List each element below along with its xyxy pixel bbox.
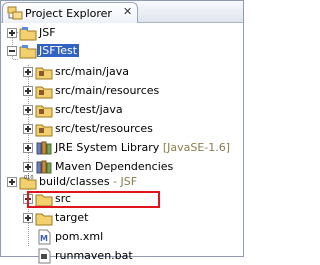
- tab-project-explorer[interactable]: Project Explorer ✕: [2, 2, 138, 23]
- svg-text:M: M: [40, 234, 48, 243]
- list-item[interactable]: src/test/resources: [1, 120, 243, 138]
- list-item[interactable]: 010 build/classes - JSF: [1, 171, 243, 190]
- tree-item-name: JRE System Library: [55, 141, 160, 154]
- expand-toggle[interactable]: [23, 86, 33, 96]
- tree-item-label: src/main/java: [55, 65, 130, 78]
- project-explorer-icon: [7, 6, 23, 20]
- source-folder-icon: [35, 86, 53, 99]
- tree-item-decoration: - JSF: [113, 175, 138, 188]
- tree-item-label: build/classes - JSF: [39, 175, 137, 188]
- source-folder-icon: [35, 105, 53, 118]
- highlight-box: [27, 191, 160, 208]
- tree-item-decoration: [JavaSE-1.6]: [162, 141, 231, 154]
- list-item[interactable]: runmaven.bat: [1, 247, 243, 265]
- batch-file-icon: [38, 248, 51, 264]
- source-folder-icon: [35, 124, 53, 137]
- tree-item-label: pom.xml: [55, 230, 104, 243]
- expand-toggle[interactable]: [7, 177, 17, 187]
- list-item[interactable]: JSF: [1, 24, 243, 42]
- folder-icon: [35, 213, 53, 226]
- expand-toggle[interactable]: [23, 105, 33, 115]
- list-item[interactable]: JSFTest: [1, 42, 243, 60]
- list-item[interactable]: src/test/java: [1, 101, 243, 119]
- expand-toggle[interactable]: [23, 67, 33, 77]
- tree-item-label: src/main/resources: [55, 84, 160, 97]
- library-icon: [36, 141, 52, 155]
- expand-toggle[interactable]: [23, 143, 33, 153]
- project-explorer-view: Project Explorer ✕ JSF JSFTest src/main/…: [0, 0, 244, 264]
- project-folder-icon: [19, 45, 37, 59]
- source-folder-icon: [35, 67, 53, 80]
- list-item[interactable]: src/main/resources: [1, 82, 243, 100]
- svg-text:010: 010: [24, 175, 34, 181]
- collapse-toggle[interactable]: [7, 46, 17, 56]
- expand-toggle[interactable]: [23, 124, 33, 134]
- close-icon[interactable]: ✕: [123, 6, 132, 18]
- tree-item-label: JSF: [39, 26, 56, 39]
- expand-toggle[interactable]: [23, 213, 33, 223]
- tree-item-label: src/test/java: [55, 103, 123, 116]
- project-folder-icon: [19, 27, 37, 41]
- tree-item-label: JSFTest: [37, 44, 80, 57]
- expand-toggle[interactable]: [7, 28, 17, 38]
- list-item[interactable]: JRE System Library [JavaSE-1.6]: [1, 139, 243, 157]
- tab-title: Project Explorer: [25, 7, 112, 20]
- tree-item-label: target: [55, 211, 89, 224]
- list-item[interactable]: target: [1, 209, 243, 227]
- tree-item-label: runmaven.bat: [55, 249, 133, 262]
- binary-folder-icon: 010: [19, 175, 37, 190]
- tree-item-label: src/test/resources: [55, 122, 153, 135]
- list-item[interactable]: src/main/java: [1, 63, 243, 81]
- view-tab-bar: Project Explorer ✕: [1, 1, 243, 23]
- list-item[interactable]: M pom.xml: [1, 228, 243, 246]
- tree-item-label: JRE System Library [JavaSE-1.6]: [55, 141, 230, 154]
- maven-file-icon: M: [38, 229, 51, 245]
- tree-item-name: build/classes: [39, 175, 110, 188]
